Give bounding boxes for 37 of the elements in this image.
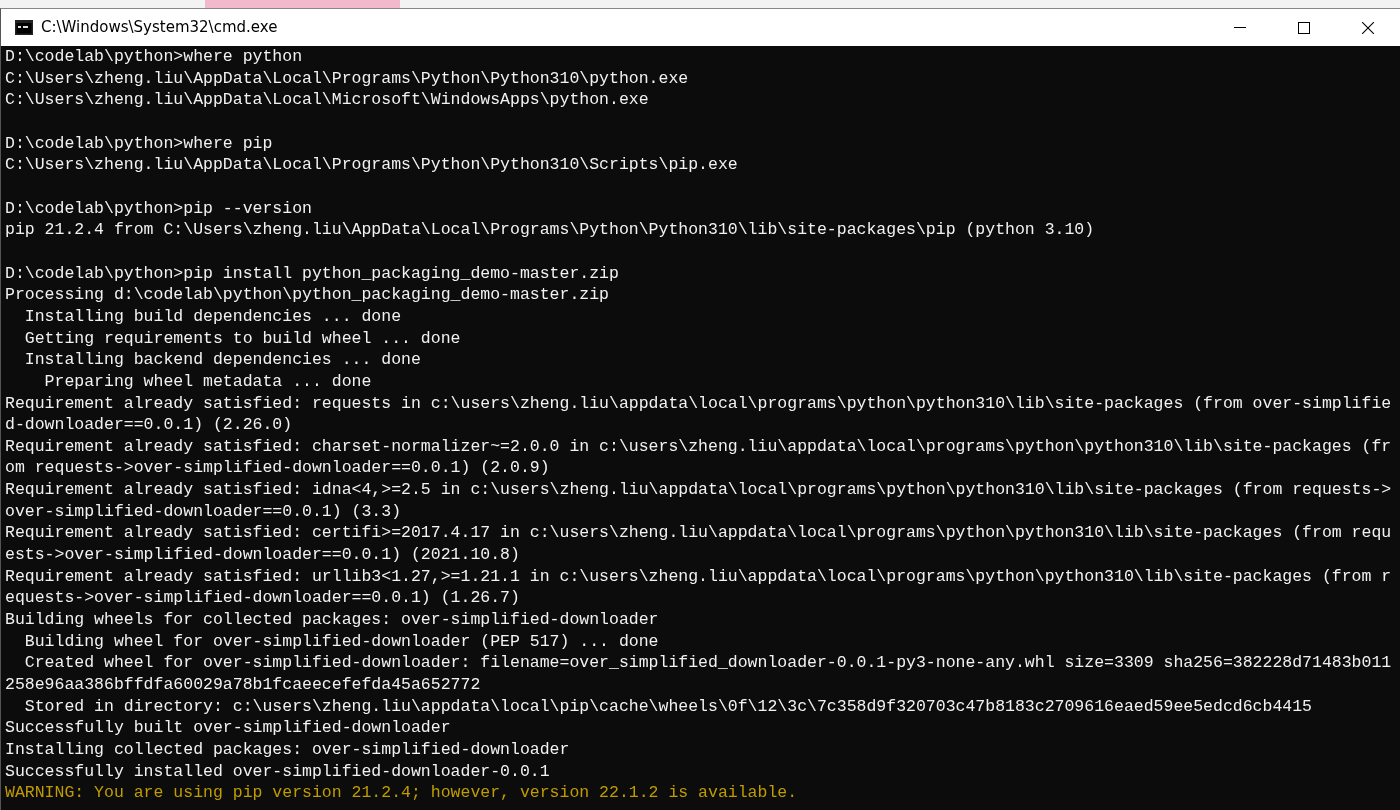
console-line: D:\codelab\python>where pip	[5, 133, 273, 153]
console-line: C:\Users\zheng.liu\AppData\Local\Programs\Python\Python310\Scripts\pip.exe	[5, 155, 738, 175]
warning-line: WARNING: You are using pip version 21.2.4; however, version 22.1.2 is available.	[5, 783, 798, 803]
close-icon	[1362, 21, 1374, 34]
console-line: Preparing wheel metadata ... done	[43, 371, 372, 391]
console-line: Successfully installed over-simplified-downloader-0.0.1	[5, 761, 550, 781]
console-line: equests->over-simplified-downloader==0.0.1) (1.26.7)	[5, 588, 520, 608]
console-line: Requirement already satisfied: certifi>=2017.4.17 in c:\users\zheng.liu\appdata\local\programs\python\python310\lib\site-packages (from requ	[5, 523, 1392, 543]
window-title: C:\Windows\System32\cmd.exe	[41, 17, 278, 39]
console-line: d-downloader==0.0.1) (2.26.0)	[5, 415, 293, 435]
console-line: Getting requirements to build wheel ... done	[23, 328, 461, 348]
console-line: Successfully built over-simplified-downloader	[5, 718, 451, 738]
console-line: Installing build dependencies ... done	[23, 306, 402, 326]
console-line: D:\codelab\python>pip --version	[5, 198, 312, 218]
console-line: Processing d:\codelab\python\python_packaging_demo-master.zip	[5, 285, 609, 305]
console-line: 258e96aa386bffdfa60029a78b1fcaeecefefda45a652772	[5, 675, 481, 695]
console-line: Stored in directory: c:\users\zheng.liu\appdata\local\pip\cache\wheels\0f\12\3c\7c358d9f320703c47b8183c2709616eaed59ee5edcd6cb4415	[23, 696, 1312, 716]
console-line: C:\Users\zheng.liu\AppData\Local\Programs\Python\Python310\python.exe	[5, 68, 689, 88]
console-line: over-simplified-downloader==0.0.1) (3.3)	[5, 501, 402, 521]
console-line: Installing collected packages: over-simplified-downloader	[5, 740, 570, 759]
minimize-icon	[1234, 27, 1246, 28]
console-line: Requirement already satisfied: requests in c:\users\zheng.liu\appdata\local\programs\python\python310\lib\site-packages (from over-simplifie	[5, 393, 1392, 413]
maximize-icon	[1298, 21, 1310, 34]
console-line: Installing backend dependencies ... done	[23, 350, 421, 370]
console-line: Created wheel for over-simplified-downloader: filename=over_simplified_downloader-0.0.1-py3-none-any.whl size=3309 sha256=382228d71483b011	[23, 653, 1392, 673]
terminal-icon	[15, 20, 33, 35]
console-line: Building wheels for collected packages: over-simplified-downloader	[5, 610, 659, 630]
console-line: Requirement already satisfied: charset-normalizer~=2.0.0 in c:\users\zheng.liu\appdata\local\programs\python\python310\lib\site-packages (fr	[5, 436, 1392, 456]
console-line: pip 21.2.4 from C:\Users\zheng.liu\AppData\Local\Programs\Python\Python310\lib\site-packages\pip (python 3.10)	[5, 220, 1095, 240]
console-line: C:\Users\zheng.liu\AppData\Local\Microsoft\WindowsApps\python.exe	[5, 90, 649, 110]
console-line: ests->over-simplified-downloader==0.0.1) (2021.10.8)	[5, 545, 520, 565]
console-line: D:\codelab\python>pip install python_packaging_demo-master.zip	[5, 263, 619, 283]
console-line: D:\codelab\python>where python	[5, 47, 303, 66]
console-line: Requirement already satisfied: idna<4,>=2.5 in c:\users\zheng.liu\appdata\local\programs\python\python310\lib\site-packages (from requests->	[5, 480, 1392, 500]
console-line: Building wheel for over-simplified-downloader (PEP 517) ... done	[23, 631, 659, 651]
console-line: om requests->over-simplified-downloader==0.0.1) (2.0.9)	[5, 458, 550, 478]
console-line: Requirement already satisfied: urllib3<1.27,>=1.21.1 in c:\users\zheng.liu\appdata\local\programs\python\python310\lib\site-packages (from r	[5, 566, 1392, 586]
